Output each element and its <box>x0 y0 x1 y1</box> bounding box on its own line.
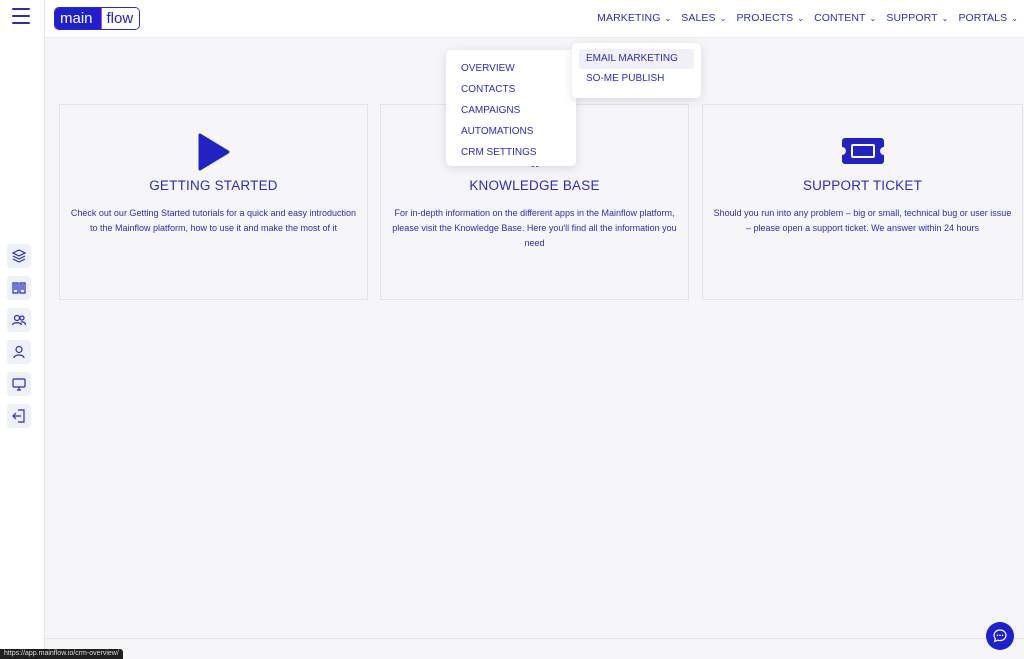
nav-item-projects[interactable]: PROJECTS ⌄ <box>736 12 804 24</box>
menu-item-some-publish[interactable]: SO-ME PUBLISH <box>579 69 694 89</box>
nav-item-support[interactable]: SUPPORT ⌄ <box>886 12 948 24</box>
play-icon <box>197 133 231 176</box>
nav-item-label: MARKETING <box>597 12 661 24</box>
hamburger-menu-icon[interactable] <box>12 8 30 24</box>
user-icon[interactable] <box>7 340 31 364</box>
layers-icon[interactable] <box>7 244 31 268</box>
crm-dropdown-menu: OVERVIEW CONTACTS CAMPAIGNS AUTOMATIONS … <box>446 50 576 166</box>
getting-started-card[interactable]: GETTING STARTED Check out our Getting St… <box>59 104 368 300</box>
chevron-down-icon: ⌄ <box>719 13 727 23</box>
chevron-down-icon: ⌄ <box>941 13 949 23</box>
mainflow-logo[interactable]: main flow <box>54 7 141 30</box>
nav-item-label: PORTALS <box>958 12 1008 24</box>
footer-divider <box>45 638 1024 639</box>
status-bar-url: https://app.mainflow.io/crm-overview/ <box>0 649 123 659</box>
ticket-icon <box>841 137 885 170</box>
chat-bubble-icon <box>993 629 1007 643</box>
card-description: Should you run into any problem – big or… <box>713 208 1012 233</box>
book-open-icon[interactable] <box>7 276 31 300</box>
main-nav: MARKETING ⌄ SALES ⌄ PROJECTS ⌄ CONTENT ⌄ SUP… <box>587 0 1024 36</box>
top-navigation-bar: main flow MARKETING ⌄ SALES ⌄ PROJECTS ⌄ CO… <box>45 0 1024 38</box>
chevron-down-icon: ⌄ <box>664 13 672 23</box>
nav-item-sales[interactable]: SALES ⌄ <box>681 12 726 24</box>
menu-item-crm-settings[interactable]: CRM SETTINGS <box>446 142 576 163</box>
nav-item-portals[interactable]: PORTALS ⌄ <box>958 12 1018 24</box>
nav-item-label: PROJECTS <box>736 12 794 24</box>
card-title: GETTING STARTED <box>149 178 278 193</box>
card-title: KNOWLEDGE BASE <box>469 178 600 193</box>
logo-part-flow: flow <box>100 8 140 29</box>
sidebar-icon-list <box>7 244 31 436</box>
marketing-submenu: EMAIL MARKETING SO-ME PUBLISH <box>572 43 701 98</box>
nav-item-label: CONTENT <box>814 12 866 24</box>
users-icon[interactable] <box>7 308 31 332</box>
left-sidebar <box>0 0 45 659</box>
menu-item-automations[interactable]: AUTOMATIONS <box>446 121 576 142</box>
nav-item-content[interactable]: CONTENT ⌄ <box>814 12 876 24</box>
chevron-down-icon: ⌄ <box>1011 13 1018 23</box>
nav-item-label: SALES <box>681 12 716 24</box>
nav-item-marketing[interactable]: MARKETING ⌄ <box>597 12 671 24</box>
menu-item-campaigns[interactable]: CAMPAIGNS <box>446 100 576 121</box>
chat-widget-button[interactable] <box>986 622 1014 650</box>
chevron-down-icon: ⌄ <box>869 13 877 23</box>
logout-icon[interactable] <box>7 404 31 428</box>
monitor-icon[interactable] <box>7 372 31 396</box>
menu-item-email-marketing[interactable]: EMAIL MARKETING <box>579 49 694 69</box>
card-description: Check out our Getting Started tutorials … <box>70 208 357 233</box>
chevron-down-icon: ⌄ <box>797 13 805 23</box>
nav-item-label: SUPPORT <box>886 12 938 24</box>
card-title: SUPPORT TICKET <box>802 178 923 193</box>
logo-part-main: main <box>55 8 101 29</box>
menu-item-contacts[interactable]: CONTACTS <box>446 79 576 100</box>
menu-item-overview[interactable]: OVERVIEW <box>446 58 576 79</box>
card-description: For in-depth information on the differen… <box>392 208 677 248</box>
support-ticket-card[interactable]: SUPPORT TICKET Should you run into any p… <box>702 104 1023 300</box>
